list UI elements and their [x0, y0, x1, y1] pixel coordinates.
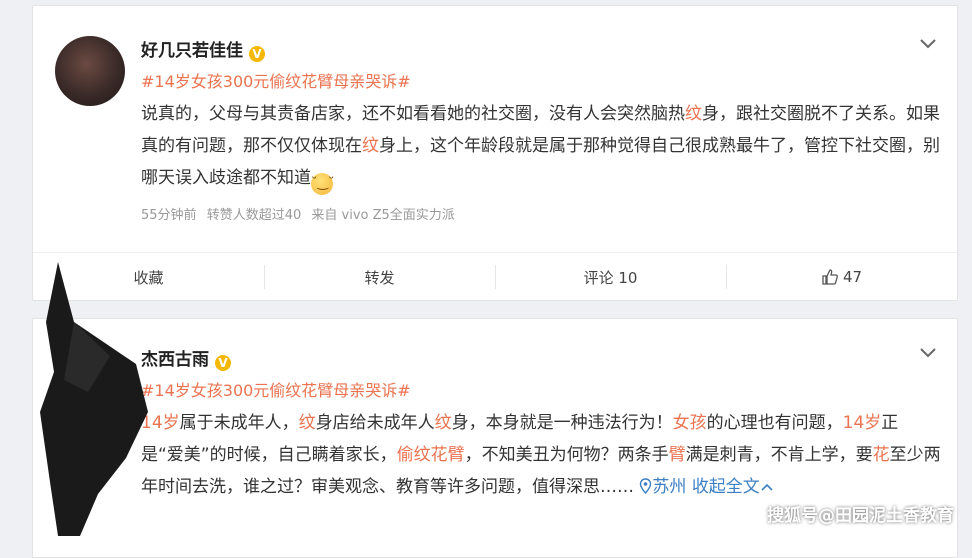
username[interactable]: 好几只若佳佳 V [141, 36, 265, 62]
smirk-emoji-icon: ˘‿˘ [311, 173, 334, 195]
hashtag-link[interactable]: #14岁女孩300元偷纹花臂母亲哭诉# [141, 377, 411, 401]
text-seg: 的心理也有问题， [706, 413, 843, 433]
post-time[interactable]: 55分钟前 [141, 208, 197, 223]
chevron-up-icon [761, 483, 773, 491]
text-seg-highlight: 偷纹花臂 [396, 445, 465, 465]
text-seg: ，不知美丑为何物？两条手 [464, 445, 669, 465]
post-meta: 55分钟前 转赞人数超过40 来自 vivo Z5全面实力派 [141, 204, 461, 223]
comment-label: 评论 10 [583, 268, 638, 287]
location-pin-icon [640, 478, 652, 495]
post-text: 说真的，父母与其责备店家，还不如看看她的社交圈，没有人会突然脑热纹身，跟社交圈脱… [141, 98, 941, 195]
text-seg: 说真的，父母与其责备店家，还不如看看她的社交圈，没有人会突然脑热 [141, 104, 685, 124]
collapse-label[interactable]: 收起全文 [692, 477, 760, 497]
text-seg-highlight: 花 [872, 445, 890, 465]
repost-button[interactable]: 转发 [264, 253, 495, 301]
post-text: 14岁属于未成年人，纹身店给未成年人纹身，本身就是一种违法行为！女孩的心理也有问… [141, 407, 941, 503]
text-seg-highlight: 纹 [362, 136, 379, 156]
text-seg-highlight: 臂 [668, 445, 686, 465]
text-seg: 满是刺青，不肯上学，要 [685, 445, 873, 465]
text-seg: 身店给未成年人 [315, 413, 435, 433]
repost-info: 转赞人数超过40 [206, 208, 302, 223]
comment-button[interactable]: 评论 10 [495, 253, 726, 301]
location-link[interactable]: 苏州 [639, 477, 686, 497]
favorite-label: 收藏 [133, 268, 164, 287]
username-text[interactable]: 杰西古雨 [141, 350, 209, 370]
location-text[interactable]: 苏州 [652, 477, 686, 497]
hashtag-link[interactable]: #14岁女孩300元偷纹花臂母亲哭诉# [141, 68, 411, 92]
text-seg: 属于未成年人， [179, 413, 299, 433]
chevron-down-icon[interactable] [919, 36, 937, 50]
text-seg: 身，本身就是一种违法行为！ [451, 413, 673, 433]
post-card: 好几只若佳佳 V #14岁女孩300元偷纹花臂母亲哭诉# 说真的，父母与其责备店家… [32, 5, 958, 301]
verified-badge-icon: V [215, 355, 231, 371]
chevron-down-icon[interactable] [919, 345, 937, 359]
avatar[interactable] [55, 36, 125, 106]
text-seg-highlight: 14岁 [842, 413, 882, 433]
favorite-button[interactable]: 收藏 [33, 253, 264, 301]
like-button[interactable]: 47 [726, 253, 957, 301]
action-bar: 收藏 转发 评论 10 47 [33, 252, 957, 301]
text-seg-highlight: 纹 [298, 413, 316, 433]
username-text[interactable]: 好几只若佳佳 [141, 41, 243, 61]
collapse-link[interactable]: 收起全文 [692, 477, 774, 497]
username[interactable]: 杰西古雨 V [141, 345, 231, 371]
watermark: 搜狐号@田园泥土香教育 [767, 506, 954, 526]
post-source[interactable]: 来自 vivo Z5全面实力派 [311, 208, 454, 223]
text-seg-highlight: 14岁 [141, 413, 180, 433]
thumbs-up-icon [822, 269, 838, 285]
text-seg-highlight: 纹 [434, 413, 452, 433]
repost-label: 转发 [364, 268, 395, 287]
text-seg-highlight: 女孩 [672, 413, 707, 433]
avatar[interactable] [55, 349, 125, 419]
text-seg-highlight: 纹 [685, 104, 702, 124]
verified-badge-icon: V [249, 46, 265, 62]
like-count: 47 [842, 268, 863, 286]
